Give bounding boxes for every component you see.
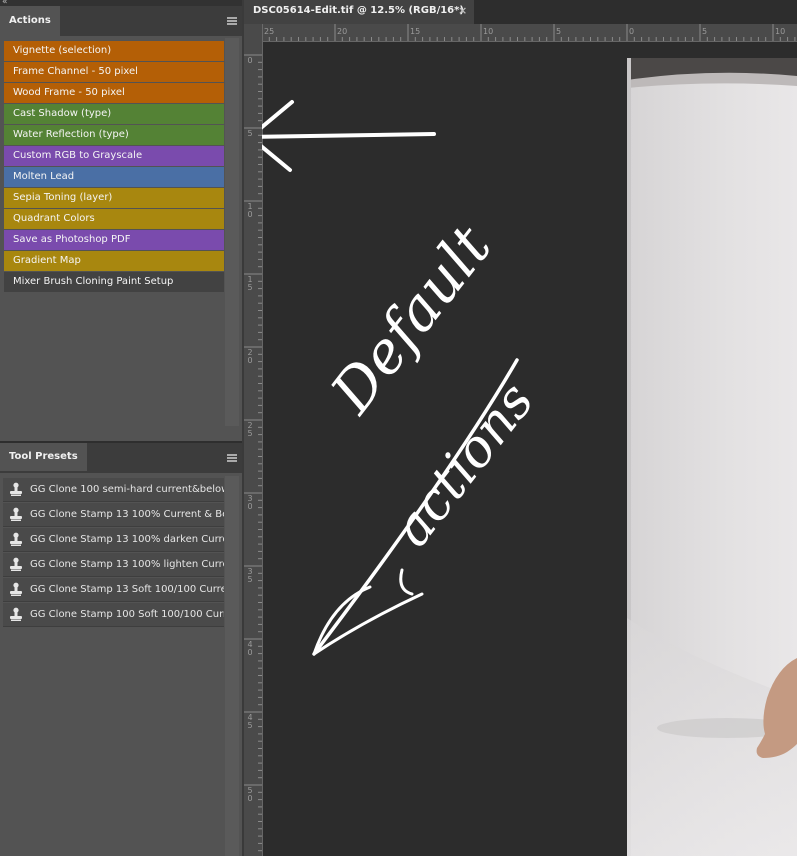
tool-preset-item[interactable]: GG Clone Stamp 13 100% darken Curre... bbox=[3, 528, 224, 552]
action-item[interactable]: Frame Channel - 50 pixel bbox=[4, 62, 224, 82]
action-item[interactable]: Sepia Toning (layer) bbox=[4, 188, 224, 208]
clone-stamp-icon bbox=[10, 507, 22, 521]
ruler-v-label: 3 5 bbox=[247, 567, 253, 584]
vertical-ruler-ticks bbox=[244, 54, 262, 852]
tool-presets-scrollbar[interactable] bbox=[225, 476, 239, 856]
ruler-h-label: 20 bbox=[337, 27, 348, 36]
ruler-v-label: 3 0 bbox=[247, 494, 253, 511]
ruler-h-label: 10 bbox=[775, 27, 786, 36]
actions-scrollbar[interactable] bbox=[225, 38, 239, 426]
tab-tool-presets[interactable]: Tool Presets bbox=[0, 443, 87, 471]
action-item[interactable]: Molten Lead bbox=[4, 167, 224, 187]
actions-list: Vignette (selection) Frame Channel - 50 p… bbox=[4, 41, 224, 293]
tool-preset-item[interactable]: GG Clone 100 semi-hard current&below bbox=[3, 478, 224, 502]
clone-stamp-icon bbox=[10, 532, 22, 546]
ruler-v-label: 2 0 bbox=[247, 348, 253, 365]
ruler-h-label: 10 bbox=[483, 27, 494, 36]
ruler-h-label: 5 bbox=[702, 27, 708, 36]
ruler-v-label: 4 5 bbox=[247, 713, 253, 730]
action-item[interactable]: Gradient Map bbox=[4, 251, 224, 271]
ruler-origin[interactable] bbox=[244, 24, 263, 42]
tool-preset-label: GG Clone Stamp 100 Soft 100/100 Curr... bbox=[30, 609, 224, 620]
document-tab-bar: DSC05614-Edit.tif @ 12.5% (RGB/16*) × bbox=[244, 0, 797, 24]
tool-preset-label: GG Clone Stamp 13 100% Current & Be... bbox=[30, 509, 224, 520]
annotation-word-default: Default bbox=[317, 213, 505, 426]
action-item[interactable]: Cast Shadow (type) bbox=[4, 104, 224, 124]
ruler-v-label: 2 5 bbox=[247, 421, 253, 438]
tool-presets-panel-header: Tool Presets bbox=[0, 443, 242, 473]
annotation-overlay: Default actions bbox=[262, 100, 546, 656]
tool-preset-label: GG Clone Stamp 13 Soft 100/100 Curre... bbox=[30, 584, 224, 595]
ruler-v-label: 5 bbox=[247, 129, 253, 138]
action-item[interactable]: Custom RGB to Grayscale bbox=[4, 146, 224, 166]
action-item[interactable]: Save as Photoshop PDF bbox=[4, 230, 224, 250]
action-item[interactable]: Mixer Brush Cloning Paint Setup bbox=[4, 272, 224, 292]
tool-preset-item[interactable]: GG Clone Stamp 13 100% Current & Be... bbox=[3, 503, 224, 527]
action-item[interactable]: Quadrant Colors bbox=[4, 209, 224, 229]
tool-presets-list: GG Clone 100 semi-hard current&below GG C… bbox=[3, 478, 224, 628]
ruler-v-label: 1 5 bbox=[247, 275, 253, 292]
action-item[interactable]: Wood Frame - 50 pixel bbox=[4, 83, 224, 103]
ruler-v-label: 1 0 bbox=[247, 202, 253, 219]
ruler-v-label: 0 bbox=[247, 56, 253, 65]
clone-stamp-icon bbox=[10, 582, 22, 596]
vertical-ruler[interactable]: 0 5 1 0 1 5 2 0 2 5 3 0 3 5 4 0 4 5 5 0 bbox=[244, 41, 263, 856]
ruler-v-label: 5 0 bbox=[247, 786, 253, 803]
annotation-word-actions: actions bbox=[382, 372, 546, 558]
arrow-shaft bbox=[262, 132, 436, 139]
clone-stamp-icon bbox=[10, 557, 22, 571]
tool-preset-item[interactable]: GG Clone Stamp 13 Soft 100/100 Curre... bbox=[3, 578, 224, 602]
actions-panel-header: Actions bbox=[0, 6, 242, 36]
action-item[interactable]: Water Reflection (type) bbox=[4, 125, 224, 145]
ruler-h-label: 0 bbox=[629, 27, 635, 36]
tool-preset-item[interactable]: GG Clone Stamp 13 100% lighten Curre... bbox=[3, 553, 224, 577]
tool-preset-label: GG Clone Stamp 13 100% lighten Curre... bbox=[30, 559, 224, 570]
clone-stamp-icon bbox=[10, 607, 22, 621]
horizontal-ruler[interactable]: 25 20 15 10 5 0 5 10 bbox=[262, 24, 797, 42]
ruler-h-label: 15 bbox=[410, 27, 421, 36]
close-document-icon[interactable]: × bbox=[458, 0, 467, 22]
actions-panel-menu-icon[interactable] bbox=[227, 17, 237, 25]
clone-stamp-icon bbox=[10, 482, 22, 496]
ruler-v-label: 4 0 bbox=[247, 640, 253, 657]
tool-preset-item[interactable]: GG Clone Stamp 100 Soft 100/100 Curr... bbox=[3, 603, 224, 627]
document-title: DSC05614-Edit.tif @ 12.5% (RGB/16*) bbox=[253, 5, 464, 16]
tab-actions[interactable]: Actions bbox=[0, 6, 60, 36]
ruler-h-label: 5 bbox=[556, 27, 562, 36]
tool-preset-label: GG Clone Stamp 13 100% darken Curre... bbox=[30, 534, 224, 545]
document-tab[interactable]: DSC05614-Edit.tif @ 12.5% (RGB/16*) × bbox=[244, 0, 474, 24]
ruler-h-label: 25 bbox=[264, 27, 275, 36]
panel-dock: « Actions Vignette (selection) Frame Chan… bbox=[0, 0, 242, 856]
tool-preset-label: GG Clone 100 semi-hard current&below bbox=[30, 484, 224, 495]
action-item[interactable]: Vignette (selection) bbox=[4, 41, 224, 61]
tool-presets-panel-menu-icon[interactable] bbox=[227, 454, 237, 462]
